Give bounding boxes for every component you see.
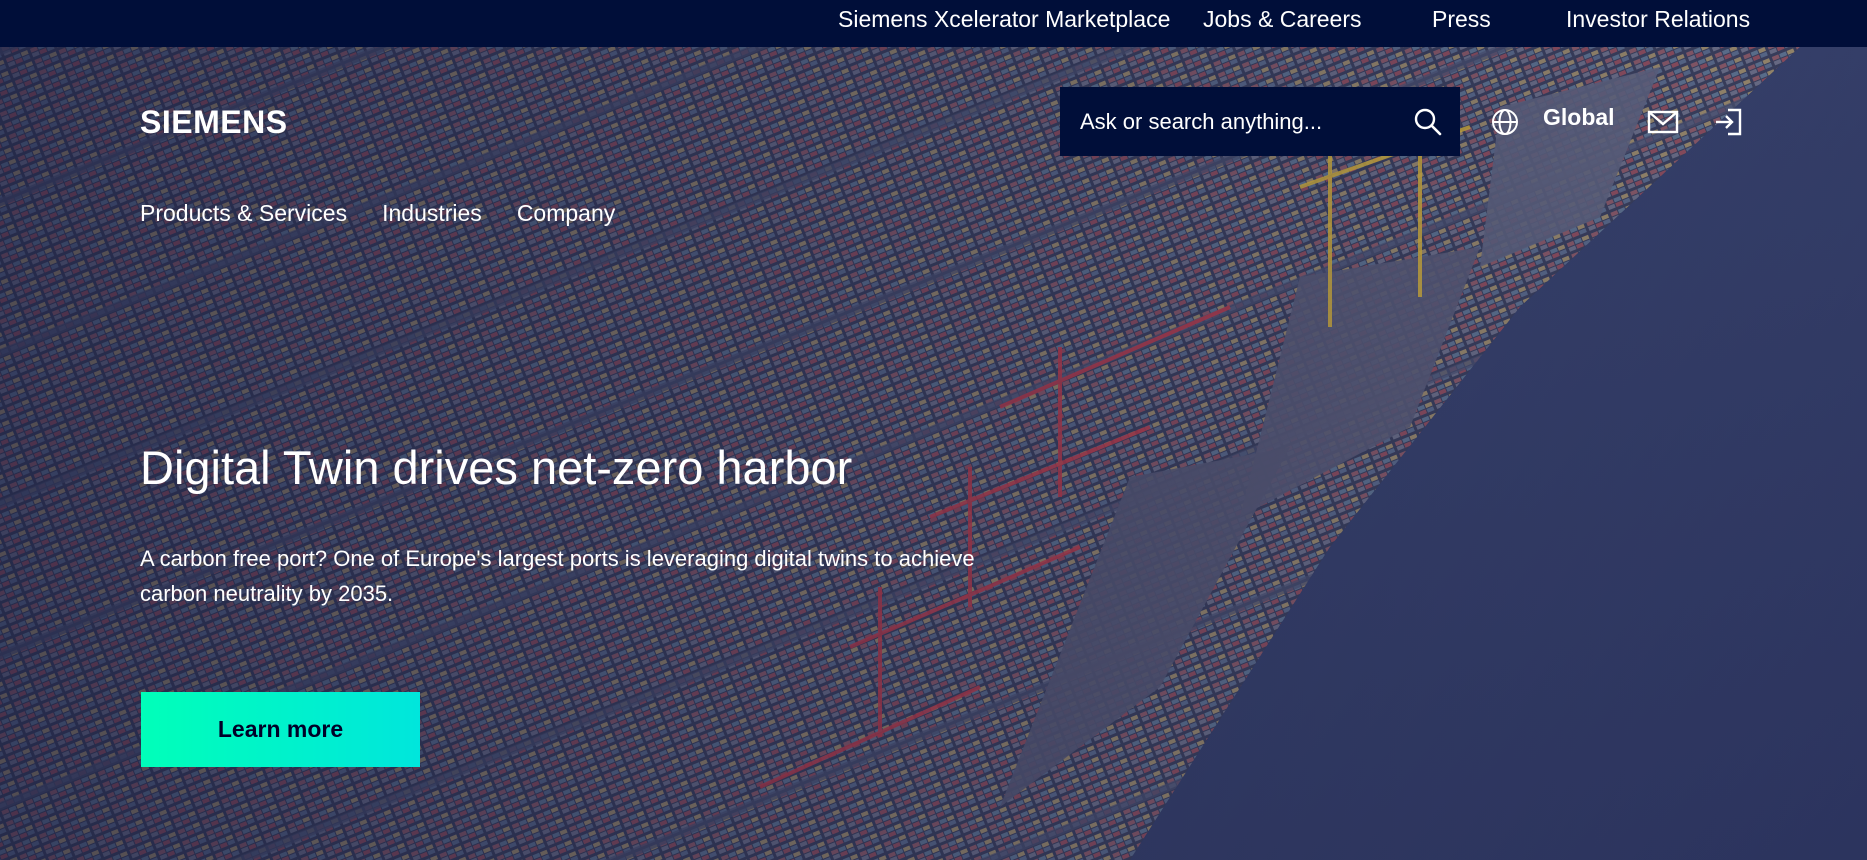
topbar-link-press[interactable]: Press: [1432, 0, 1491, 40]
siemens-logo[interactable]: SIEMENS: [140, 104, 288, 141]
topbar-link-investor-relations[interactable]: Investor Relations: [1566, 0, 1750, 40]
learn-more-button[interactable]: Learn more: [141, 692, 420, 767]
search-input[interactable]: [1060, 87, 1400, 156]
search-icon[interactable]: [1413, 107, 1443, 137]
topbar-link-xcelerator-marketplace[interactable]: Siemens Xcelerator Marketplace: [838, 0, 1170, 40]
main-navigation: Products & Services Industries Company: [140, 200, 615, 227]
nav-item-products-services[interactable]: Products & Services: [140, 200, 347, 227]
region-selector[interactable]: Global: [1543, 104, 1615, 131]
topbar-link-jobs-careers[interactable]: Jobs & Careers: [1203, 0, 1362, 40]
hero-description: A carbon free port? One of Europe's larg…: [140, 546, 975, 606]
top-utility-bar: Siemens Xcelerator Marketplace Jobs & Ca…: [0, 0, 1867, 47]
hero-headline: Digital Twin drives net-zero harbor: [140, 441, 853, 494]
globe-icon[interactable]: [1490, 107, 1520, 137]
nav-item-industries[interactable]: Industries: [382, 200, 482, 227]
nav-item-company[interactable]: Company: [517, 200, 615, 227]
search-box: [1060, 87, 1460, 156]
mail-icon[interactable]: [1647, 107, 1679, 137]
login-icon[interactable]: [1713, 107, 1743, 137]
